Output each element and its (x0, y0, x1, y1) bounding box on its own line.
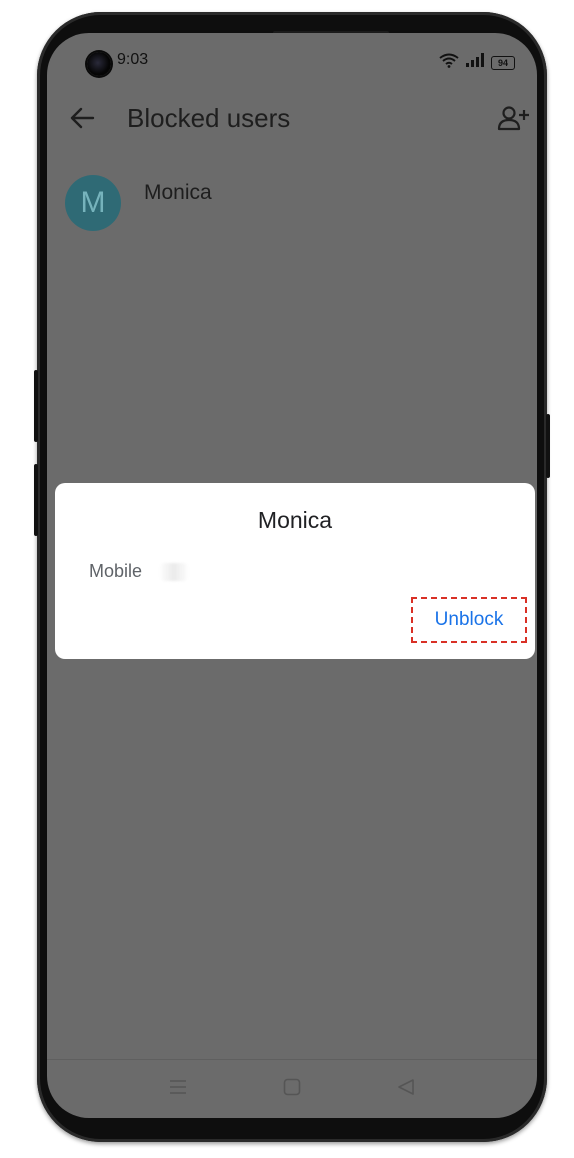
unblock-dialog: Monica Mobile Unblock (55, 483, 535, 659)
back-button[interactable] (65, 103, 99, 137)
app-bar: Blocked users (47, 89, 537, 149)
volume-button (34, 370, 38, 442)
battery-icon: 94 (491, 55, 515, 70)
unblock-button[interactable]: Unblock (411, 597, 527, 643)
menu-icon (169, 1079, 187, 1100)
front-camera (87, 52, 111, 76)
avatar: M (65, 175, 121, 231)
home-button[interactable] (281, 1078, 303, 1100)
volume-button-lower (34, 464, 38, 536)
blocked-user-name: Monica (144, 181, 212, 204)
blocked-user-row[interactable]: M Monica (47, 171, 537, 241)
back-nav-button[interactable] (395, 1078, 417, 1100)
recents-button[interactable] (167, 1078, 189, 1100)
redacted-phone-number (159, 563, 189, 581)
add-blocked-number-button[interactable] (495, 103, 531, 137)
status-icons: 94 (439, 52, 515, 73)
page-title: Blocked users (127, 103, 291, 133)
home-icon (283, 1078, 301, 1101)
phone-type-label: Mobile (89, 561, 143, 581)
back-triangle-icon (397, 1078, 415, 1101)
arrow-back-icon (69, 107, 95, 134)
add-person-icon (497, 105, 529, 136)
phone-screen: 9:03 94 Blocked users M Monica Monica Mo… (47, 33, 537, 1118)
signal-icon (465, 53, 485, 72)
status-bar: 9:03 94 (47, 33, 537, 89)
status-time: 9:03 (117, 51, 149, 68)
navigation-bar (47, 1059, 537, 1118)
power-button (546, 414, 550, 478)
dialog-title: Monica (257, 507, 333, 533)
wifi-icon (439, 52, 459, 73)
